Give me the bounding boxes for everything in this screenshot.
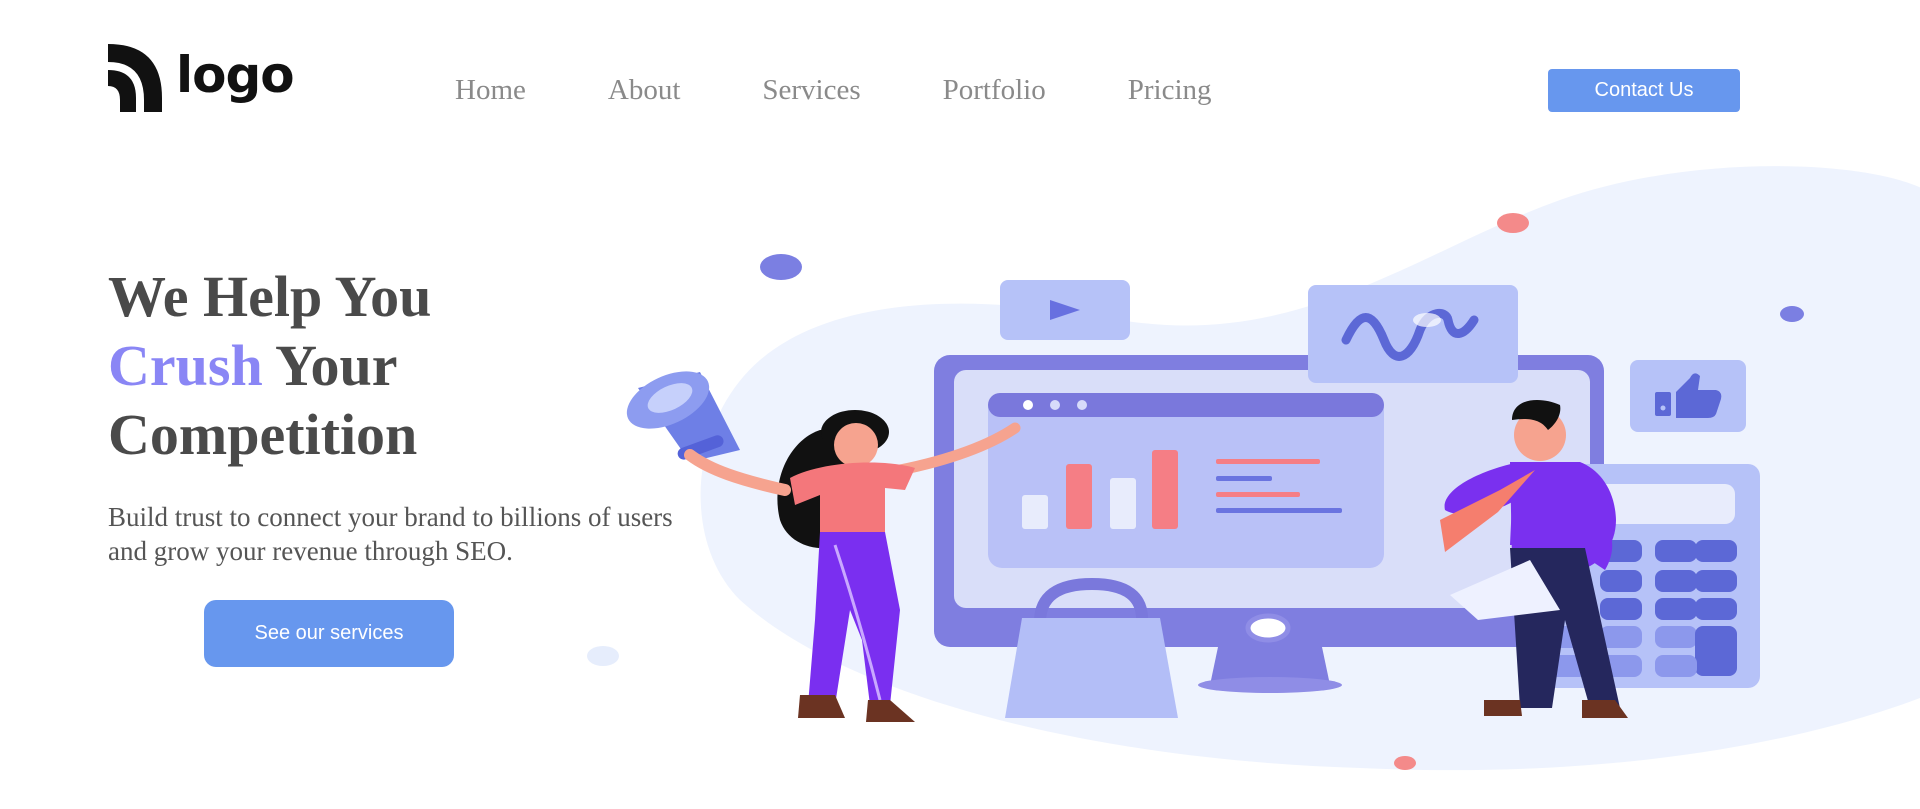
shopping-bag: [1005, 618, 1178, 718]
contact-us-button[interactable]: Contact Us: [1548, 69, 1740, 112]
dashboard-titlebar: [988, 393, 1384, 417]
chart-bar: [1022, 495, 1048, 529]
window-dot: [1050, 400, 1060, 410]
see-services-button[interactable]: See our services: [204, 600, 454, 667]
nav-pricing[interactable]: Pricing: [1128, 74, 1212, 107]
nav-about[interactable]: About: [608, 74, 681, 107]
dot-purple: [760, 254, 802, 280]
dot-light: [587, 646, 619, 666]
logo-mark-icon: [108, 44, 162, 112]
hero-title: We Help You Crush Your Competition: [108, 262, 431, 469]
chart-bar: [1066, 464, 1092, 529]
hero-title-accent: Crush: [108, 333, 263, 398]
dashboard-window: [988, 393, 1384, 568]
text-line: [1216, 508, 1342, 513]
hero-title-line3: Competition: [108, 402, 418, 467]
nav-services[interactable]: Services: [762, 74, 860, 107]
main-nav: Home About Services Portfolio Pricing: [455, 74, 1294, 107]
hero-title-line2: Your: [262, 333, 398, 398]
logo[interactable]: logo: [108, 44, 295, 112]
wave-highlight: [1413, 313, 1441, 327]
dot-red-top: [1497, 213, 1529, 233]
dot-red-bottom: [1394, 756, 1416, 770]
nav-portfolio[interactable]: Portfolio: [943, 74, 1046, 107]
text-line: [1216, 492, 1300, 497]
nav-home[interactable]: Home: [455, 74, 526, 107]
chart-bar: [1110, 478, 1136, 529]
window-dot: [1077, 400, 1087, 410]
text-line: [1216, 476, 1272, 481]
chart-bar: [1152, 450, 1178, 529]
power-button: [1245, 613, 1291, 643]
analytics-card: [1308, 285, 1518, 383]
hero-illustration: [587, 166, 1920, 771]
text-line: [1216, 459, 1320, 464]
hero-title-line1: We Help You: [108, 264, 432, 329]
window-dot: [1023, 400, 1033, 410]
dot-purple-small: [1780, 306, 1804, 322]
logo-text: logo: [176, 46, 295, 104]
monitor-base: [1198, 677, 1342, 693]
